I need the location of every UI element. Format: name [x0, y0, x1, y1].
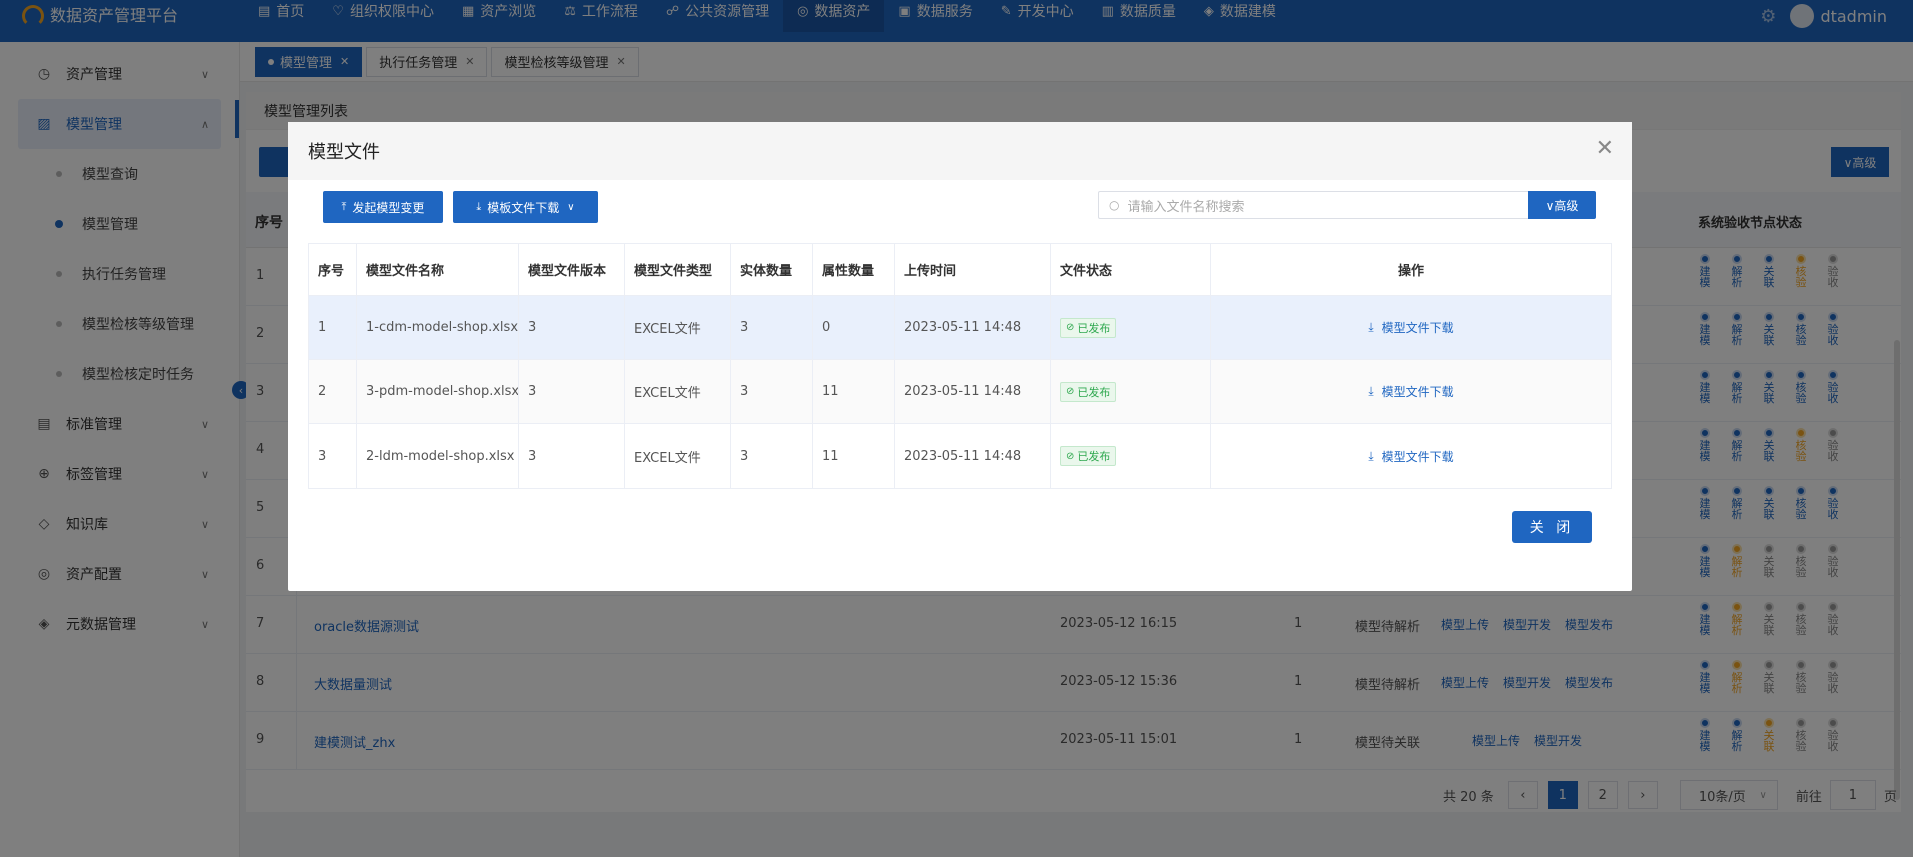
download-file-link[interactable]: ⤓ 模型文件下载	[1368, 448, 1453, 465]
cell-type: EXCEL文件	[625, 360, 731, 423]
badge-label: 已发布	[1077, 450, 1111, 463]
cell-name: 2-ldm-model-shop.xlsx	[357, 424, 519, 488]
published-badge: ⊘ 已发布	[1060, 381, 1117, 402]
search-icon: ○	[1109, 198, 1120, 212]
download-file-link[interactable]: ⤓ 模型文件下载	[1368, 319, 1453, 336]
download-label: 模型文件下载	[1381, 385, 1454, 399]
cell-attrs: 0	[813, 296, 895, 359]
cell-name: 3-pdm-model-shop.xlsx	[357, 360, 519, 423]
action-cell: ⤓ 模型文件下载	[1211, 360, 1611, 423]
download-icon: ⤓	[476, 200, 482, 213]
chevron-down-icon: ∨	[567, 201, 575, 213]
template-download-label: 模板文件下载	[487, 200, 560, 215]
cell-attrs: 11	[813, 360, 895, 423]
download-icon: ⤓	[1368, 320, 1374, 334]
download-file-link[interactable]: ⤓ 模型文件下载	[1368, 383, 1453, 400]
download-label: 模型文件下载	[1381, 449, 1454, 464]
action-cell: ⤓ 模型文件下载	[1211, 424, 1611, 488]
col-header-op: 操作	[1397, 264, 1424, 279]
col-header-version: 模型文件版本	[519, 244, 625, 295]
cell-entities: 3	[731, 296, 813, 359]
search-placeholder: 请输入文件名称搜索	[1127, 199, 1245, 215]
check-circle-icon: ⊘	[1066, 322, 1075, 333]
cell-name: 1-cdm-model-shop.xlsx	[357, 296, 519, 359]
badge-label: 已发布	[1077, 385, 1111, 399]
cell-time: 2023-05-11 14:48	[895, 296, 1051, 359]
cell-version: 3	[519, 360, 625, 423]
close-icon[interactable]: ✕	[1596, 138, 1614, 160]
status-cell: ⊘ 已发布	[1051, 360, 1211, 423]
check-circle-icon: ⊘	[1066, 450, 1075, 462]
file-row[interactable]: 2 3-pdm-model-shop.xlsx 3 EXCEL文件 3 11 2023-05…	[309, 360, 1611, 424]
col-header-name: 模型文件名称	[357, 244, 519, 295]
cell-version: 3	[519, 424, 625, 488]
cell-attrs: 11	[813, 424, 895, 488]
file-search-input[interactable]: ○ 请输入文件名称搜索	[1098, 191, 1530, 219]
cell-time: 2023-05-11 14:48	[895, 360, 1051, 423]
col-header-no: 序号	[309, 244, 357, 295]
cell-no: 1	[309, 296, 357, 359]
col-header-time: 上传时间	[895, 244, 1051, 295]
close-button[interactable]: 关 闭	[1512, 511, 1592, 543]
initiate-model-change-label: 发起模型变更	[352, 200, 425, 215]
status-cell: ⊘ 已发布	[1051, 424, 1211, 488]
action-cell: ⤓ 模型文件下载	[1211, 296, 1611, 359]
download-icon: ⤓	[1368, 384, 1374, 398]
cell-version: 3	[519, 296, 625, 359]
template-download-button[interactable]: ⤓ 模板文件下载 ∨	[453, 191, 598, 223]
dialog-table-header: 序号 模型文件名称 模型文件版本 模型文件类型 实体数量 属性数量 上传时间 文件状态 操作	[309, 244, 1611, 296]
cell-entities: 3	[731, 424, 813, 488]
file-row[interactable]: 1 1-cdm-model-shop.xlsx 3 EXCEL文件 3 0 2023-05-…	[309, 296, 1611, 360]
upload-icon: ⤒	[341, 200, 347, 213]
download-icon: ⤓	[1368, 448, 1374, 463]
col-header-attrs: 属性数量	[813, 244, 895, 295]
model-file-table: 序号 模型文件名称 模型文件版本 模型文件类型 实体数量 属性数量 上传时间 文件状态 操作 1 1…	[308, 243, 1612, 489]
badge-label: 已发布	[1077, 321, 1111, 335]
file-row[interactable]: 3 2-ldm-model-shop.xlsx 3 EXCEL文件 3 11 2023-05…	[309, 424, 1611, 488]
cell-time: 2023-05-11 14:48	[895, 424, 1051, 488]
download-label: 模型文件下载	[1381, 321, 1454, 335]
published-badge: ⊘ 已发布	[1060, 317, 1117, 338]
cell-type: EXCEL文件	[625, 424, 731, 488]
check-circle-icon: ⊘	[1066, 386, 1075, 397]
initiate-model-change-button[interactable]: ⤒ 发起模型变更	[323, 191, 443, 223]
cell-no: 2	[309, 360, 357, 423]
cell-entities: 3	[731, 360, 813, 423]
cell-type: EXCEL文件	[625, 296, 731, 359]
published-badge: ⊘ 已发布	[1060, 446, 1117, 466]
col-header-entities: 实体数量	[731, 244, 813, 295]
status-cell: ⊘ 已发布	[1051, 296, 1211, 359]
col-header-type: 模型文件类型	[625, 244, 731, 295]
col-header-status: 文件状态	[1051, 244, 1211, 295]
dialog-title: 模型文件	[288, 122, 1632, 180]
cell-no: 3	[309, 424, 357, 488]
dialog-advanced-button[interactable]: ∨高级	[1528, 191, 1596, 219]
model-file-dialog: 模型文件 ✕ ⤒ 发起模型变更 ⤓ 模板文件下载 ∨ ○ 请输入文件名称搜索 ∨…	[288, 122, 1632, 591]
